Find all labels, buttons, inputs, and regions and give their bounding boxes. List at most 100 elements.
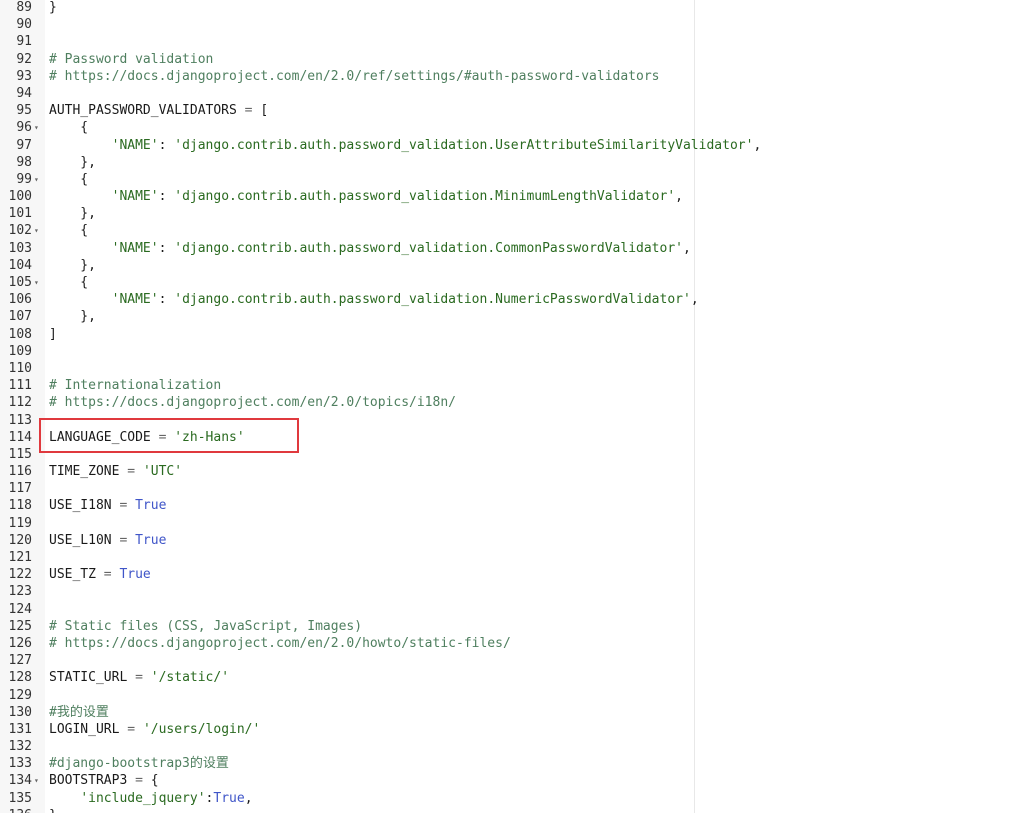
code-token-plain: : [158, 189, 175, 205]
code-token-plain: : [158, 240, 175, 256]
code-token-plain: AUTH_PASSWORD_VALIDATORS [49, 103, 237, 119]
code-token-keyword: True [135, 532, 167, 548]
fold-toggle-icon[interactable]: ▾ [34, 119, 44, 136]
code-line[interactable]: 133 #django-bootstrap3的设置 [0, 755, 1015, 772]
code-token-comment: # https://docs.djangoproject.com/en/2.0/… [49, 395, 456, 411]
line-number: 122 [8, 567, 32, 583]
code-token-plain: USE_TZ [49, 567, 96, 583]
code-line[interactable]: 106 'NAME': 'django.contrib.auth.passwor… [0, 291, 1015, 308]
code-token-plain: } [49, 808, 57, 813]
fold-toggle-icon[interactable]: ▾ [34, 171, 44, 188]
code-token-plain: { [49, 223, 89, 239]
code-line[interactable]: 118 USE_I18N = True [0, 497, 1015, 514]
code-token-plain: , [675, 189, 683, 205]
code-line[interactable]: 135 'include_jquery':True, [0, 790, 1015, 807]
fold-toggle-icon[interactable]: ▾ [34, 274, 44, 291]
code-line[interactable]: 89} [0, 0, 1015, 16]
code-line[interactable]: 125 # Static files (CSS, JavaScript, Imag… [0, 618, 1015, 635]
code-token-op: = [127, 670, 151, 686]
code-token-plain: }, [49, 257, 96, 273]
code-text: 'NAME': 'django.contrib.auth.password_va… [49, 291, 699, 308]
line-number: 119 [8, 515, 32, 531]
code-text: #django-bootstrap3的设置 [49, 755, 229, 772]
code-line[interactable]: 130 #我的设置 [0, 704, 1015, 721]
code-line[interactable]: 124 [0, 601, 1015, 618]
code-line[interactable]: 104 }, [0, 257, 1015, 274]
code-token-plain: { [150, 773, 159, 789]
code-line[interactable]: 120 USE_L10N = True [0, 532, 1015, 549]
code-token-plain: { [49, 171, 89, 187]
code-line[interactable]: 96 ▾ { [0, 119, 1015, 136]
line-number: 120 [8, 532, 32, 548]
code-line[interactable]: 110 [0, 360, 1015, 377]
code-token-plain: , [244, 790, 253, 806]
code-line[interactable]: 100 'NAME': 'django.contrib.auth.passwor… [0, 188, 1015, 205]
code-token-keyword: True [213, 790, 245, 806]
code-text: { [49, 119, 88, 136]
code-line[interactable]: 129 [0, 687, 1015, 704]
line-number: 114 [8, 429, 32, 445]
code-line[interactable]: 107 }, [0, 308, 1015, 325]
line-number: 136 [0, 807, 32, 813]
code-token-plain: USE_I18N [49, 498, 112, 514]
code-line[interactable]: 109 [0, 343, 1015, 360]
fold-toggle-icon[interactable]: ▾ [34, 772, 44, 789]
code-text: STATIC_URL = '/static/' [49, 669, 229, 686]
line-number: 89 [16, 0, 32, 15]
line-number: 106 [8, 292, 32, 308]
code-line[interactable]: 119 [0, 515, 1015, 532]
code-line[interactable]: 93 # https://docs.djangoproject.com/en/2.… [0, 68, 1015, 85]
line-number: 99 [16, 171, 32, 187]
code-token-op: = [236, 103, 261, 119]
code-line[interactable]: 112 # https://docs.djangoproject.com/en/2… [0, 394, 1015, 411]
code-token-string: 'UTC' [142, 464, 183, 480]
code-token-plain: STATIC_URL [49, 670, 128, 686]
code-line[interactable]: 127 [0, 652, 1015, 669]
code-line[interactable]: 126 # https://docs.djangoproject.com/en/2… [0, 635, 1015, 652]
code-editor[interactable]: 89} 90 91 92 # Password validation 93 # https:… [0, 0, 1015, 813]
code-line[interactable]: 103 'NAME': 'django.contrib.auth.passwor… [0, 240, 1015, 257]
code-line[interactable]: 101 }, [0, 205, 1015, 222]
code-token-plain: , [690, 292, 699, 308]
code-line[interactable]: 128 STATIC_URL = '/static/' [0, 669, 1015, 686]
code-line[interactable]: 116 TIME_ZONE = 'UTC' [0, 463, 1015, 480]
code-text: USE_L10N = True [49, 532, 166, 549]
code-token-op: = [127, 773, 151, 789]
code-line[interactable]: 117 [0, 480, 1015, 497]
code-line[interactable]: 136} [0, 807, 1015, 813]
line-number: 104 [8, 257, 32, 273]
code-line[interactable]: 102 ▾ { [0, 222, 1015, 239]
code-line[interactable]: 90 [0, 16, 1015, 33]
line-number: 108 [8, 326, 32, 342]
code-line[interactable]: 123 [0, 583, 1015, 600]
code-token-string: 'django.contrib.auth.password_validation… [174, 292, 691, 308]
code-line[interactable]: 111 # Internationalization [0, 377, 1015, 394]
code-line[interactable]: 108] [0, 326, 1015, 343]
code-line[interactable]: 94 [0, 85, 1015, 102]
code-line[interactable]: 99 ▾ { [0, 171, 1015, 188]
code-line[interactable]: 98 }, [0, 154, 1015, 171]
code-token-plain: : [158, 292, 175, 308]
code-lines: 89} 90 91 92 # Password validation 93 # https:… [0, 0, 1015, 813]
highlight-box-language-code [39, 418, 299, 453]
line-number: 126 [8, 635, 32, 651]
code-text: } [49, 807, 57, 813]
code-line[interactable]: 131 LOGIN_URL = '/users/login/' [0, 721, 1015, 738]
code-line[interactable]: 121 [0, 549, 1015, 566]
code-text: TIME_ZONE = 'UTC' [49, 463, 182, 480]
code-line[interactable]: 122 USE_TZ = True [0, 566, 1015, 583]
code-line[interactable]: 91 [0, 33, 1015, 50]
code-token-op: = [119, 721, 143, 737]
code-line[interactable]: 132 [0, 738, 1015, 755]
code-line[interactable]: 92 # Password validation [0, 51, 1015, 68]
code-text: #我的设置 [49, 704, 109, 721]
code-line[interactable]: 105 ▾ { [0, 274, 1015, 291]
code-line[interactable]: 134 ▾ BOOTSTRAP3 = { [0, 772, 1015, 789]
code-token-plain: LOGIN_URL [49, 721, 120, 737]
line-number: 128 [8, 670, 32, 686]
fold-toggle-icon[interactable]: ▾ [34, 222, 44, 239]
code-line[interactable]: 97 'NAME': 'django.contrib.auth.password… [0, 137, 1015, 154]
line-number: 130 [8, 704, 32, 720]
code-line[interactable]: 95 AUTH_PASSWORD_VALIDATORS = [ [0, 102, 1015, 119]
line-number: 107 [8, 309, 32, 325]
